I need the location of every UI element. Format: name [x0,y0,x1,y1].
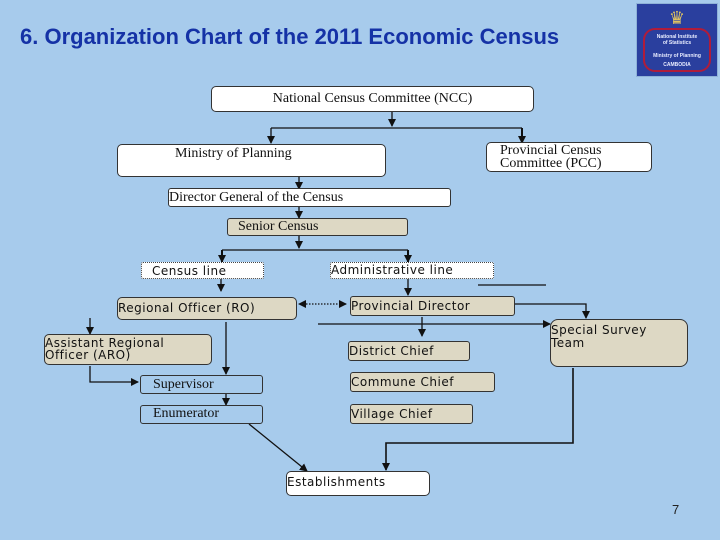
node-district-chief-label: District Chief [349,344,434,358]
node-aro-label-2: Officer (ARO) [45,348,131,362]
node-special-survey-team: Special Survey Team [550,319,688,367]
node-director-general-label: Director General of the Census [169,190,344,205]
node-ncc-label: National Census Committee (NCC) [272,91,473,106]
node-commune-chief: Commune Chief [350,372,495,392]
node-supervisor-label: Supervisor [153,377,214,392]
node-ministry: Ministry of Planning [117,144,386,177]
node-enumerator: Enumerator [140,405,263,424]
node-director-general: Director General of the Census [168,188,451,207]
connector-pd-ro-head [298,300,306,308]
node-supervisor: Supervisor [140,375,263,394]
node-village-chief: Village Chief [350,404,473,424]
node-enumerator-label: Enumerator [153,406,220,421]
node-regional-officer: Regional Officer (RO) [117,297,297,320]
node-pcc: Provincial Census Committee (PCC) [486,142,652,172]
node-administrative-line: Administrative line [330,262,494,279]
node-establishments-label: Establishments [287,475,386,489]
connector-enumerator-establishments [248,423,308,472]
node-provincial-director-label: Provincial Director [351,299,471,313]
node-census-line: Census line [141,262,264,279]
connector-pd-sst [515,303,590,319]
node-senior-census-label: Senior Census [238,219,319,234]
node-ncc: National Census Committee (NCC) [211,86,534,112]
node-special-survey-label-2: Team [551,336,585,350]
node-ministry-label: Ministry of Planning [175,146,292,161]
node-aro: Assistant Regional Officer (ARO) [44,334,212,365]
node-administrative-line-label: Administrative line [331,263,454,277]
node-pcc-label-2: Committee (PCC) [500,156,602,171]
node-regional-officer-label: Regional Officer (RO) [118,301,256,315]
connector-aro-supervisor [89,366,139,386]
page-number: 7 [672,502,680,517]
node-village-chief-label: Village Chief [351,407,433,421]
node-district-chief: District Chief [348,341,470,361]
node-senior-census: Senior Census [227,218,408,236]
node-establishments: Establishments [286,471,430,496]
node-census-line-label: Census line [152,264,227,278]
node-commune-chief-label: Commune Chief [351,375,454,389]
node-provincial-director: Provincial Director [350,296,515,316]
